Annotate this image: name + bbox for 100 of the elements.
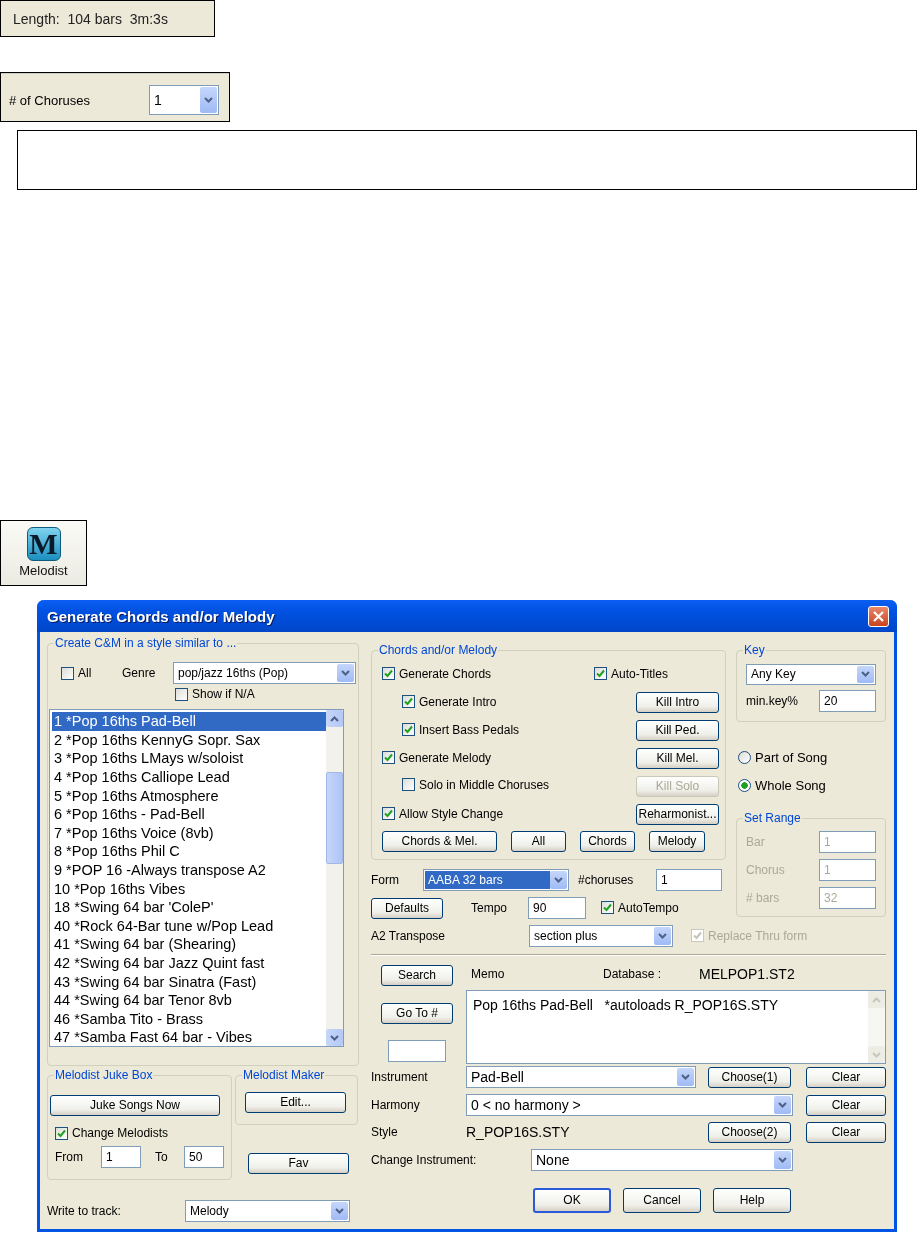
clear-button[interactable]: Clear <box>806 1121 886 1143</box>
checkbox-label: Change Melodists <box>72 1126 169 1140</box>
list-item[interactable]: 46 *Samba Tito - Brass <box>52 1009 326 1029</box>
melodist-label: Melodist <box>19 563 68 578</box>
genre-label: Genre <box>122 666 157 680</box>
generate-button[interactable]: Chords & Mel. <box>382 830 497 852</box>
action-button[interactable]: Reharmonist... <box>636 803 719 825</box>
checkbox[interactable] <box>175 687 188 701</box>
chevron-up-icon[interactable] <box>330 715 339 722</box>
dropdown[interactable]: None <box>531 1149 793 1171</box>
memo-field[interactable]: Pop 16ths Pad-Bell *autoloads R_POP16S.STY <box>466 990 886 1064</box>
go-to-button[interactable]: Go To # <box>381 1002 453 1024</box>
from-field[interactable]: 1 <box>101 1146 141 1168</box>
generate-button[interactable]: Chords <box>580 830 635 852</box>
chevron-down-icon <box>872 1051 881 1058</box>
action-button[interactable]: Kill Ped. <box>636 719 719 741</box>
checkbox[interactable] <box>55 1126 68 1140</box>
list-item[interactable]: 9 *POP 16 -Always transpose A2 <box>52 860 326 880</box>
checkbox-label: Generate Intro <box>419 694 497 709</box>
dropdown[interactable]: 1 <box>149 85 219 115</box>
edit-button[interactable]: Edit... <box>245 1091 346 1113</box>
tempo-field[interactable]: 90 <box>528 897 586 919</box>
list-item[interactable]: 40 *Rock 64-Bar tune w/Pop Lead <box>52 916 326 936</box>
list-item[interactable]: 44 *Swing 64 bar Tenor 8vb <box>52 990 326 1010</box>
checkbox-label: AutoTempo <box>618 900 679 915</box>
radio-button[interactable] <box>738 778 751 792</box>
dropdown[interactable]: AABA 32 bars <box>423 869 569 891</box>
instrument-label: Instrument <box>371 1070 429 1084</box>
action-button[interactable]: Kill Mel. <box>636 747 719 769</box>
checkbox-label: Replace Thru form <box>708 928 808 943</box>
chevron-down-icon[interactable] <box>330 1034 339 1041</box>
generate-button[interactable]: Melody <box>649 830 705 852</box>
checkbox[interactable] <box>594 667 607 681</box>
list-item[interactable]: 6 *Pop 16ths - Pad-Bell <box>52 804 326 824</box>
generate-button[interactable]: All <box>511 830 566 852</box>
radio-button[interactable] <box>738 750 751 764</box>
list-item[interactable]: 2 *Pop 16ths KennyG Sopr. Sax <box>52 730 326 750</box>
group-title: Set Range <box>743 811 802 825</box>
change-instrument-label: Change Instrument: <box>371 1153 478 1167</box>
range-label: # bars <box>746 891 781 905</box>
checkbox[interactable] <box>402 723 415 737</box>
dropdown[interactable]: Pad-Bell <box>466 1066 696 1088</box>
list-item[interactable]: 4 *Pop 16ths Calliope Lead <box>52 767 326 787</box>
melodist-button[interactable]: M Melodist <box>0 520 87 586</box>
choruses-field[interactable]: 1 <box>656 869 722 891</box>
dialog-button[interactable]: Help <box>713 1187 791 1213</box>
chevron-down-icon <box>204 97 213 103</box>
to-label: To <box>154 1150 169 1164</box>
range-label: Chorus <box>746 863 786 877</box>
choose-button[interactable]: Choose(1) <box>708 1066 791 1088</box>
range-label: Bar <box>746 835 766 849</box>
dropdown[interactable]: Any Key <box>746 663 876 685</box>
choruses-label: #choruses <box>577 873 635 887</box>
dropdown[interactable]: Melody <box>185 1200 350 1222</box>
search-button[interactable]: Search <box>381 964 453 986</box>
checkbox[interactable] <box>382 751 395 765</box>
checkbox[interactable] <box>382 807 395 821</box>
style-label: Style <box>371 1125 399 1139</box>
choruses-label: # of Choruses <box>9 92 91 108</box>
checkbox[interactable] <box>382 667 395 681</box>
go-to-field[interactable] <box>388 1040 446 1062</box>
list-item[interactable]: 7 *Pop 16ths Voice (8vb) <box>52 823 326 843</box>
min-key-label: min.key% <box>746 694 799 708</box>
chevron-down-icon <box>658 933 667 939</box>
clear-button[interactable]: Clear <box>806 1066 886 1088</box>
chevron-up-icon <box>872 996 881 1003</box>
harmony-label: Harmony <box>371 1098 421 1112</box>
dropdown[interactable]: 0 < no harmony > <box>466 1094 793 1116</box>
list-item[interactable]: 8 *Pop 16ths Phil C <box>52 842 326 861</box>
list-item[interactable]: 1 *Pop 16ths Pad-Bell <box>52 712 326 731</box>
checkbox[interactable] <box>402 695 415 709</box>
scrollbar[interactable] <box>326 710 343 1046</box>
defaults-button[interactable]: Defaults <box>371 897 443 919</box>
clear-button[interactable]: Clear <box>806 1094 886 1116</box>
action-button[interactable]: Kill Intro <box>636 691 719 713</box>
list-item[interactable]: 5 *Pop 16ths Atmosphere <box>52 786 326 805</box>
dropdown[interactable]: pop/jazz 16ths (Pop) <box>173 662 356 684</box>
list-item[interactable]: 42 *Swing 64 bar Jazz Quint fast <box>52 953 326 973</box>
checkbox[interactable] <box>601 901 614 915</box>
checkbox-label: Show if N/A <box>192 687 255 701</box>
min-key-field[interactable]: 20 <box>819 690 876 712</box>
close-button[interactable] <box>868 605 889 627</box>
to-field[interactable]: 50 <box>184 1146 224 1168</box>
choose-button[interactable]: Choose(2) <box>708 1121 791 1143</box>
list-item[interactable]: 18 *Swing 64 bar 'ColeP' <box>52 897 326 917</box>
juke-button[interactable]: Juke Songs Now <box>50 1094 220 1116</box>
list-item[interactable]: 3 *Pop 16ths LMays w/soloist <box>52 749 326 768</box>
checkbox[interactable] <box>61 666 74 680</box>
fav-button[interactable]: Fav <box>248 1152 349 1174</box>
checkbox[interactable] <box>402 778 415 792</box>
dropdown[interactable]: section plus <box>529 925 673 947</box>
list-item[interactable]: 47 *Samba Fast 64 bar - Vibes <box>52 1028 326 1047</box>
checkbox-label: Insert Bass Pedals <box>419 722 520 737</box>
list-item[interactable]: 43 *Swing 64 bar Sinatra (Fast) <box>52 972 326 991</box>
checkbox-label: Auto-Titles <box>611 666 668 681</box>
list-item[interactable]: 41 *Swing 64 bar (Shearing) <box>52 935 326 954</box>
list-item[interactable]: 10 *Pop 16ths Vibes <box>52 879 326 898</box>
dialog-button[interactable]: OK <box>533 1187 611 1213</box>
dialog-button[interactable]: Cancel <box>623 1187 701 1213</box>
write-track-label: Write to track: <box>47 1204 122 1218</box>
